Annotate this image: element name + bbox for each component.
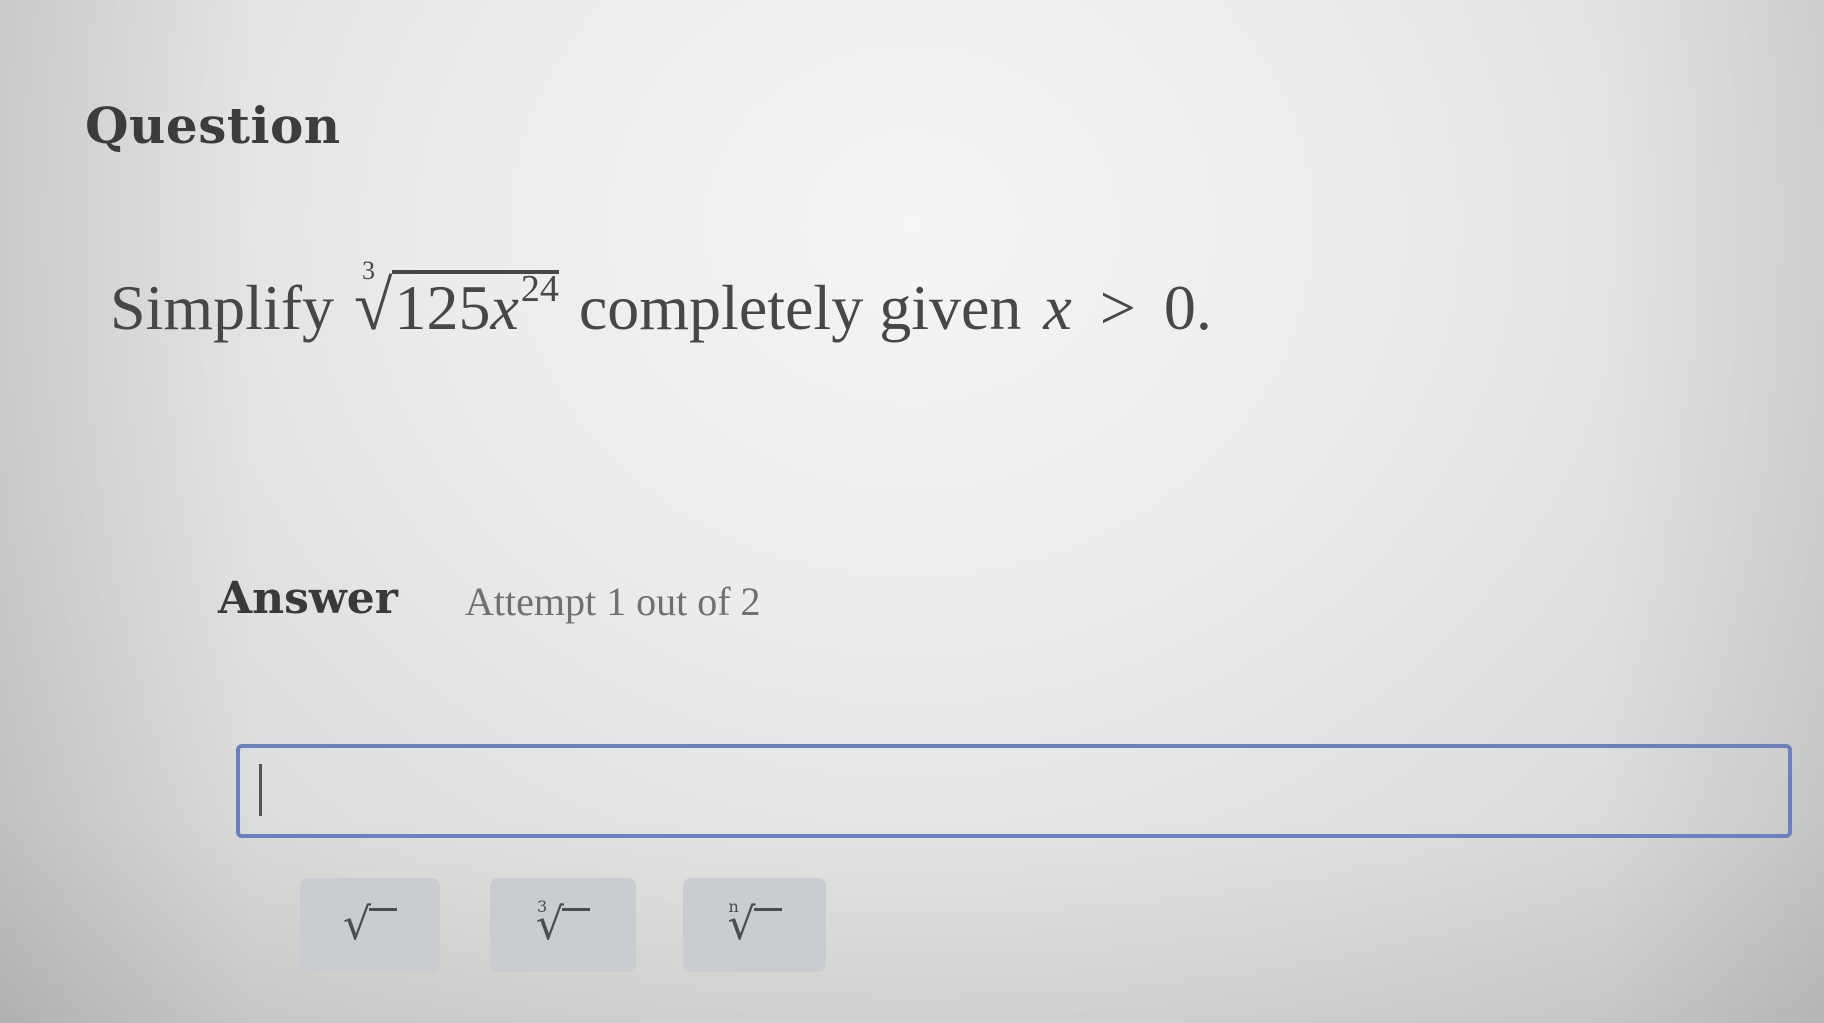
prompt-prefix: Simplify xyxy=(110,272,335,343)
nth-root-icon: n √ xyxy=(727,899,782,947)
radical-index: 3 xyxy=(362,256,376,285)
question-heading: Question xyxy=(85,96,341,155)
answer-input[interactable] xyxy=(236,744,1792,838)
prompt-suffix: completely given xyxy=(578,272,1022,343)
attempt-counter: Attempt 1 out of 2 xyxy=(465,579,761,624)
cube-root-expression: 3 √ 125 x 24 xyxy=(354,256,559,343)
radicand-exponent: 24 xyxy=(520,268,559,310)
radicand: 125 x 24 xyxy=(392,268,559,343)
condition-variable: x xyxy=(1043,272,1072,343)
nth-root-button[interactable]: n √ xyxy=(683,878,826,972)
cube-root-icon: 3 √ xyxy=(536,899,591,947)
radicand-coefficient: 125 xyxy=(394,272,491,343)
cube-root-index: 3 xyxy=(536,897,548,916)
square-root-icon: √ xyxy=(343,903,398,947)
condition-value: 0. xyxy=(1163,272,1212,343)
condition-operator: > xyxy=(1099,272,1136,343)
square-root-button[interactable]: √ xyxy=(300,878,440,972)
cube-root-button[interactable]: 3 √ xyxy=(490,878,636,972)
question-prompt: Simplify 3 √ 125 x 24 completely given x… xyxy=(110,256,1212,345)
text-cursor xyxy=(259,764,262,816)
nth-root-index: n xyxy=(728,897,739,916)
radicand-variable: x xyxy=(490,272,519,343)
answer-heading: Answer xyxy=(218,573,398,624)
